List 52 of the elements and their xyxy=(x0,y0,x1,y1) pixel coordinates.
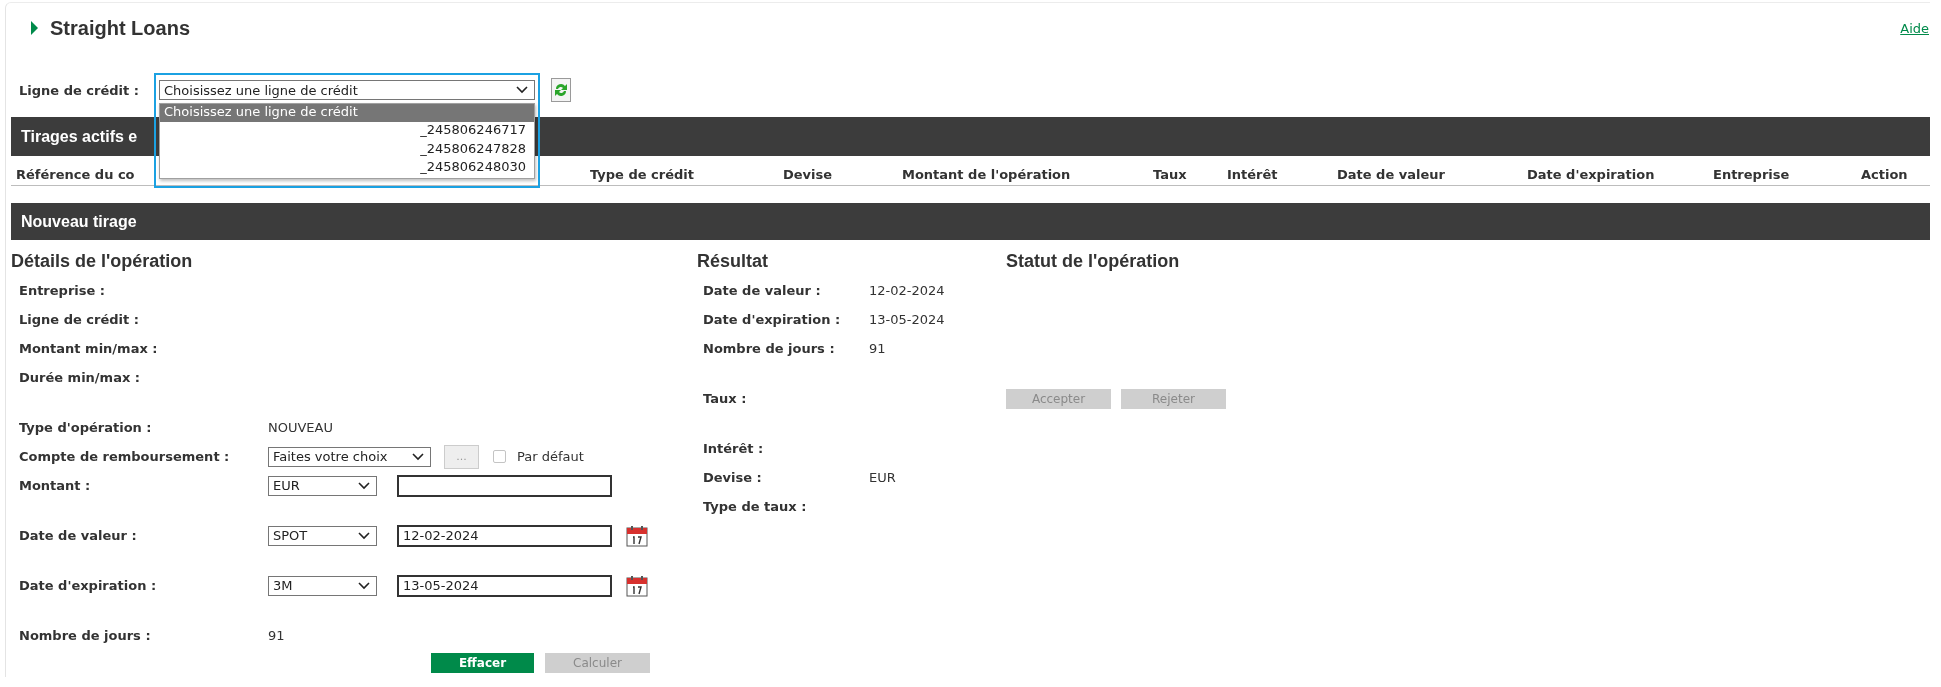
field-label: Date d'expiration : xyxy=(19,578,158,593)
field-label: Entreprise : xyxy=(19,283,107,298)
field-label: Ligne de crédit : xyxy=(19,312,140,327)
field-value: 91 xyxy=(268,628,285,643)
field-value: 13-05-2024 xyxy=(869,312,945,327)
field-label: Nombre de jours : xyxy=(703,341,836,356)
section-heading: Détails de l'opération xyxy=(11,250,194,272)
field-label: Montant : xyxy=(19,478,92,493)
field-label: Durée min/max : xyxy=(19,370,142,385)
field-label: Intérêt : xyxy=(703,441,765,456)
field-value: NOUVEAU xyxy=(268,420,333,435)
column-header: Devise xyxy=(783,166,833,182)
column-header: Type de crédit xyxy=(590,166,694,182)
account-dropdown[interactable]: Faites votre choix xyxy=(268,446,431,467)
field-label: Type de taux : xyxy=(703,499,808,514)
column-header: Date d'expiration xyxy=(1527,166,1655,182)
column-header: Taux xyxy=(1153,166,1187,182)
column-header: Intérêt xyxy=(1227,166,1278,182)
field-label: Devise : xyxy=(703,470,763,485)
column-header: Entreprise xyxy=(1713,166,1790,182)
dropdown-option[interactable]: _245806246717 xyxy=(160,122,534,141)
tenor-dropdown[interactable]: SPOT xyxy=(268,525,377,546)
column-header: Action xyxy=(1861,166,1908,182)
column-header: Montant de l'opération xyxy=(902,166,1071,182)
help-link[interactable]: Aide xyxy=(1900,20,1929,36)
field-label: Taux : xyxy=(703,391,748,406)
field-label: Date de valeur : xyxy=(19,528,138,543)
date-field[interactable]: 13-05-2024 xyxy=(397,574,612,597)
field-label: Type d'opération : xyxy=(19,420,153,435)
field-value: 91 xyxy=(869,341,886,356)
field-value: 12-02-2024 xyxy=(869,283,945,298)
field-label: Nombre de jours : xyxy=(19,628,152,643)
field-value: EUR xyxy=(869,470,896,485)
dropdown-option[interactable]: Choisissez une ligne de crédit xyxy=(160,103,534,123)
section-heading: Résultat xyxy=(697,250,769,272)
field-label: Compte de remboursement : xyxy=(19,449,231,464)
field-label: Date d'expiration : xyxy=(703,312,842,327)
column-header: Référence du co xyxy=(16,166,135,182)
tenor-dropdown[interactable]: 3M xyxy=(268,575,377,596)
section-bar: Nouveau tirage xyxy=(11,203,1930,240)
credit-line-dropdown[interactable]: Choisissez une ligne de crédit xyxy=(159,80,535,101)
dropdown-option[interactable]: _245806248030 xyxy=(160,159,534,178)
section-heading: Statut de l'opération xyxy=(1006,250,1181,272)
action-button[interactable]: Effacer xyxy=(431,653,534,673)
field-label: Montant min/max : xyxy=(19,341,159,356)
date-field[interactable]: 12-02-2024 xyxy=(397,524,612,547)
page-title: Straight Loans xyxy=(50,16,190,40)
checkbox-label: Par défaut xyxy=(517,449,584,464)
field-label: Date de valeur : xyxy=(703,283,822,298)
currency-dropdown[interactable]: EUR xyxy=(268,475,377,496)
field-label: Ligne de crédit : xyxy=(19,82,140,98)
column-header: Date de valeur xyxy=(1337,166,1445,182)
